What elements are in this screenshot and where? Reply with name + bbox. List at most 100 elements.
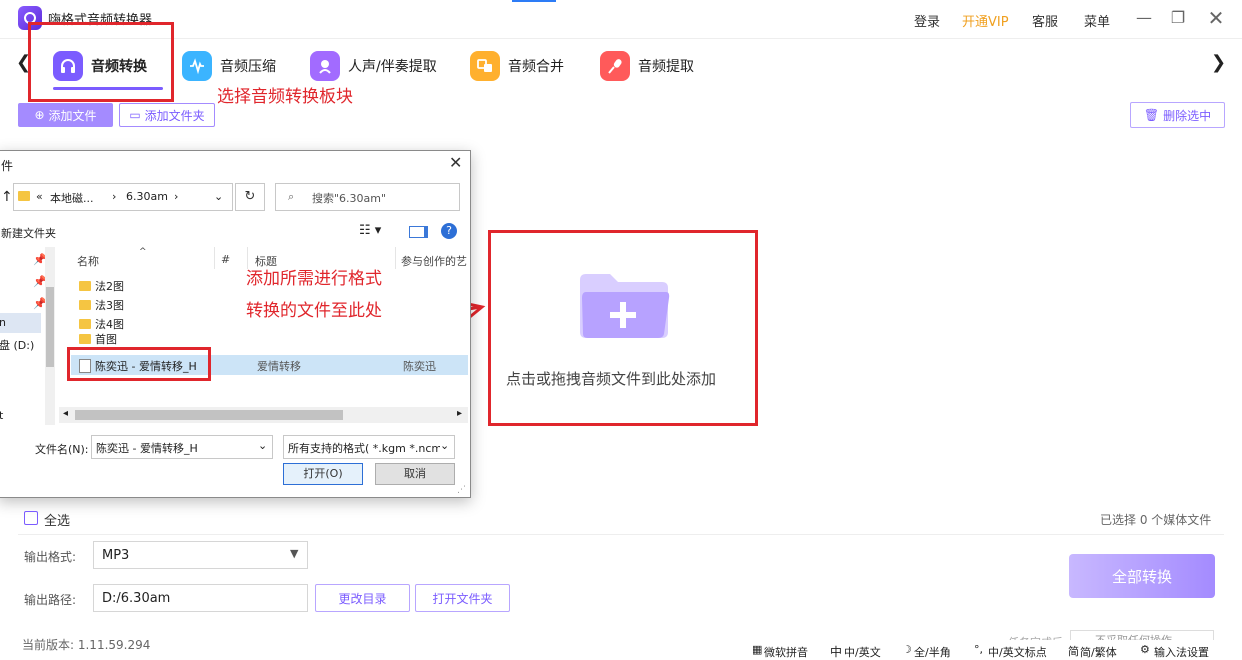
menu-link[interactable]: 菜单 [1084,11,1110,30]
login-link[interactable]: 登录 [914,11,940,30]
search-input[interactable]: ⌕ 搜索"6.30am" [275,183,460,211]
ime-keyboard-icon[interactable]: ▦ [752,643,762,656]
breadcrumb-prefix: « [36,190,43,203]
minimize-icon[interactable]: — [1134,8,1154,28]
folder-icon [79,319,91,329]
plus-circle-icon: ⊕ [34,108,45,122]
open-button[interactable]: 打开(O) [283,463,363,485]
add-file-button[interactable]: ⊕ 添加文件 [18,103,113,127]
select-all-label[interactable]: 全选 [44,510,70,529]
voice-icon [310,51,340,81]
convert-all-button[interactable]: 全部转换 [1069,554,1215,598]
nav-item-drive-d[interactable]: 盘 (D:) [0,337,34,353]
delete-selected-button[interactable]: 🗑 删除选中 [1130,102,1225,128]
output-path-input[interactable]: D:/6.30am [93,584,308,612]
tab-label: 音频合并 [508,59,564,75]
tab-audio-merge[interactable]: 音频合并 [470,48,564,84]
breadcrumb-item[interactable]: 6.30am [126,190,168,203]
new-folder-button[interactable]: 新建文件夹 [1,225,56,241]
annotation-add-files-2: 转换的文件至此处 [246,301,382,321]
add-folder-label: 添加文件夹 [144,108,205,123]
resize-grip-icon[interactable]: ⋰ [457,485,466,495]
nav-scrollbar[interactable] [45,247,55,425]
column-header-number[interactable]: # [221,253,230,266]
filename-label: 文件名(N): [35,443,89,456]
add-folder-button[interactable]: ▭ 添加文件夹 [119,103,215,127]
preview-pane-icon[interactable] [409,226,428,238]
ime-settings-icon[interactable]: ⚙ [1140,643,1150,656]
scrollbar-thumb[interactable] [75,410,343,420]
file-name: 首图 [95,333,117,345]
tab-audio-extract[interactable]: 音频提取 [600,48,694,84]
nav-item[interactable]: t [0,409,3,422]
folder-icon [18,191,30,201]
support-link[interactable]: 客服 [1032,11,1058,30]
dialog-close-icon[interactable]: ✕ [449,153,462,172]
select-all-checkbox[interactable] [24,511,38,525]
chevron-down-icon[interactable]: ⌄ [440,439,450,452]
sort-up-icon: ^ [139,247,147,257]
change-directory-button[interactable]: 更改目录 [315,584,410,612]
annotation-select-tab: 选择音频转换板块 [217,87,353,107]
vip-link[interactable]: 开通VIP [962,11,1009,30]
tab-vocal-extract[interactable]: 人声/伴奏提取 [310,48,437,84]
selected-count: 已选择 0 个媒体文件 [1100,513,1212,527]
output-format-label: 输出格式: [24,550,77,564]
trash-icon: 🗑 [1143,108,1160,122]
horizontal-scrollbar[interactable]: ◂ ▸ [59,407,468,423]
list-item[interactable]: 首图 [79,333,117,345]
ime-item[interactable]: 中/英文 [844,644,881,660]
address-bar[interactable]: « 本地磁... › 6.30am › ⌄ [13,183,233,211]
nav-scrollbar-thumb[interactable] [46,287,54,367]
nav-item[interactable]: n [0,313,41,333]
search-placeholder: 搜索"6.30am" [312,192,387,205]
search-icon: ⌕ [288,190,295,203]
file-type-select[interactable]: 所有支持的格式( *.kgm *.ncm ⌄ [283,435,455,459]
list-item[interactable]: 法3图 [79,296,124,314]
column-divider [214,247,215,269]
tab-audio-compress[interactable]: 音频压缩 [182,48,276,84]
list-item[interactable]: 法2图 [79,277,124,295]
ime-item[interactable]: 微软拼音 [764,644,808,660]
folder-icon [79,281,91,291]
folder-icon [79,300,91,310]
delete-selected-label: 删除选中 [1163,108,1212,123]
close-icon[interactable]: ✕ [1206,8,1226,28]
output-format-select[interactable]: MP3 ▼ [93,541,308,569]
column-header-name[interactable]: 名称 [77,253,99,269]
file-title: 爱情转移 [257,360,301,373]
restore-icon[interactable]: ❐ [1168,8,1188,28]
bottom-divider [18,534,1224,535]
ime-chinese-icon: 中 [830,645,843,659]
open-folder-button[interactable]: 打开文件夹 [415,584,510,612]
help-icon[interactable]: ? [441,223,457,239]
refresh-icon[interactable]: ↻ [235,183,265,211]
breadcrumb-item[interactable]: 本地磁... [50,190,94,206]
filename-value: 陈奕迅 - 爱情转移_H [96,442,198,455]
chevron-right-icon: › [174,190,179,203]
file-name: 法2图 [95,280,124,293]
open-file-dialog: 件 ✕ ↑ « 本地磁... › 6.30am › ⌄ ↻ ⌕ 搜索"6.30a… [0,150,471,498]
up-arrow-icon[interactable]: ↑ [1,189,13,205]
chevron-down-icon[interactable]: ⌄ [258,439,267,452]
filename-input[interactable]: 陈奕迅 - 爱情转移_H ⌄ [91,435,273,459]
view-options-icon[interactable]: ☷ ▾ [359,223,381,238]
ime-simplified-icon: 简 [1068,645,1079,658]
ime-item[interactable]: 全/半角 [914,644,951,660]
column-divider [395,247,396,269]
microphone-icon [600,51,630,81]
column-header-artist[interactable]: 参与创作的艺 [401,253,467,269]
top-accent-line [512,0,556,2]
tabs-next-arrow[interactable]: ❯ [1211,52,1226,73]
tab-label: 音频提取 [638,59,694,75]
tab-label: 音频压缩 [220,59,276,75]
scroll-right-icon[interactable]: ▸ [457,408,462,419]
cancel-button[interactable]: 取消 [375,463,455,485]
scroll-left-icon[interactable]: ◂ [63,408,68,419]
list-item[interactable]: 法4图 [79,315,124,333]
ime-item[interactable]: 输入法设置 [1154,644,1209,660]
ime-item[interactable]: 简/繁体 [1080,644,1117,660]
navigation-pane: 📌 📌 📌 n 盘 (D:) t [0,247,57,425]
ime-item[interactable]: 中/英文标点 [988,644,1047,660]
chevron-down-icon[interactable]: ⌄ [214,190,223,203]
